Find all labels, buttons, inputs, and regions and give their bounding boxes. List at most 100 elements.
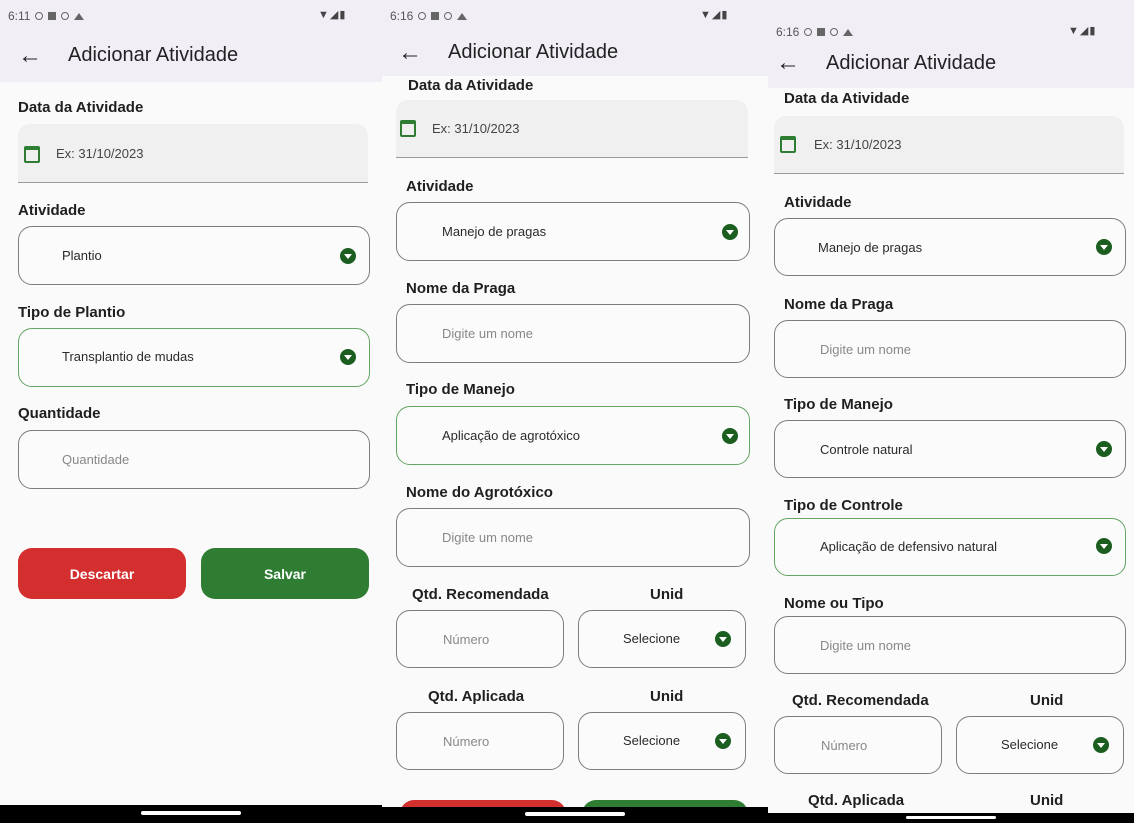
nome-praga-label: Nome da Praga xyxy=(406,280,516,297)
sim-icon xyxy=(431,12,440,20)
atividade-select[interactable]: Manejo de pragas xyxy=(396,202,750,261)
back-arrow-icon[interactable]: ← xyxy=(18,44,42,68)
calendar-icon[interactable] xyxy=(780,136,796,153)
status-time: 6:16 xyxy=(390,9,414,23)
nome-tipo-input[interactable]: Digite um nome xyxy=(774,616,1126,674)
nome-praga-placeholder: Digite um nome xyxy=(820,342,912,357)
atividade-select[interactable]: Plantio xyxy=(18,226,370,285)
dropdown-icon[interactable] xyxy=(722,428,738,444)
sync-icon xyxy=(61,12,70,20)
vpn-icon xyxy=(804,28,813,36)
quantidade-input[interactable]: Quantidade xyxy=(18,430,370,489)
date-label: Data da Atividade xyxy=(18,99,144,116)
vpn-icon xyxy=(35,12,44,20)
unid-label: Unid xyxy=(650,688,684,705)
atividade-value: Plantio xyxy=(62,248,102,263)
battery-icon: ▮ xyxy=(339,9,347,21)
date-placeholder: Ex: 31/10/2023 xyxy=(56,146,144,161)
home-indicator[interactable] xyxy=(525,812,625,816)
cloud-icon xyxy=(843,28,854,36)
tipo-manejo-select[interactable]: Aplicação de agrotóxico xyxy=(396,406,750,465)
dropdown-icon[interactable] xyxy=(715,733,731,749)
tipo-manejo-label: Tipo de Manejo xyxy=(406,381,515,398)
dropdown-icon[interactable] xyxy=(1096,441,1112,457)
unid-select[interactable]: Selecione xyxy=(578,712,746,770)
nav-bar xyxy=(382,807,768,823)
system-icons: ▼◢▮ xyxy=(700,8,728,21)
tipo-controle-value: Aplicação de defensivo natural xyxy=(820,539,998,554)
system-icons: ▼◢▮ xyxy=(1068,24,1096,37)
screen-manejo-natural: 6:16 ▼◢▮ ← Adicionar Atividade Data da A… xyxy=(768,0,1134,823)
system-icons: ▼◢▮ xyxy=(318,8,346,21)
date-label: Data da Atividade xyxy=(784,90,910,107)
nav-bar xyxy=(0,805,382,823)
wifi-icon: ▼ xyxy=(1068,25,1080,37)
qtd-recomendada-input[interactable]: Número xyxy=(774,716,942,774)
dropdown-icon[interactable] xyxy=(1096,239,1112,255)
numero-placeholder: Número xyxy=(443,734,490,749)
discard-button[interactable]: Descartar xyxy=(18,548,186,599)
calendar-icon[interactable] xyxy=(24,146,40,163)
battery-icon: ▮ xyxy=(1089,25,1097,37)
home-indicator[interactable] xyxy=(906,816,996,819)
atividade-value: Manejo de pragas xyxy=(442,224,547,239)
status-bar: 6:16 xyxy=(776,25,854,39)
wifi-icon: ▼ xyxy=(700,9,712,21)
tipo-controle-select[interactable]: Aplicação de defensivo natural xyxy=(774,518,1126,576)
date-field[interactable]: Ex: 31/10/2023 xyxy=(396,100,748,158)
selecione-value: Selecione xyxy=(623,631,681,646)
selecione-value: Selecione xyxy=(1001,737,1059,752)
status-bar: 6:16 xyxy=(390,9,468,23)
nome-praga-placeholder: Digite um nome xyxy=(442,326,534,341)
tipo-manejo-value: Aplicação de agrotóxico xyxy=(442,428,581,443)
dropdown-icon[interactable] xyxy=(1096,538,1112,554)
qtd-recomendada-label: Qtd. Recomendada xyxy=(792,692,929,709)
signal-icon: ◢ xyxy=(329,9,340,21)
numero-placeholder: Número xyxy=(443,632,490,647)
nome-praga-label: Nome da Praga xyxy=(784,296,894,313)
qtd-recomendada-input[interactable]: Número xyxy=(396,610,564,668)
quantidade-label: Quantidade xyxy=(18,405,101,422)
status-time: 6:11 xyxy=(8,9,31,23)
atividade-label: Atividade xyxy=(18,202,86,219)
save-button[interactable]: Salvar xyxy=(201,548,369,599)
back-arrow-icon[interactable]: ← xyxy=(776,51,800,75)
qtd-aplicada-input[interactable]: Número xyxy=(396,712,564,770)
page-title: Adicionar Atividade xyxy=(448,41,619,63)
dropdown-icon[interactable] xyxy=(722,224,738,240)
tipo-manejo-select[interactable]: Controle natural xyxy=(774,420,1126,478)
dropdown-icon[interactable] xyxy=(1093,737,1109,753)
calendar-icon[interactable] xyxy=(400,120,416,137)
dropdown-icon[interactable] xyxy=(715,631,731,647)
dropdown-icon[interactable] xyxy=(340,349,356,365)
signal-icon: ◢ xyxy=(711,9,722,21)
page-title: Adicionar Atividade xyxy=(826,52,997,74)
unid-select[interactable]: Selecione xyxy=(956,716,1124,774)
qtd-aplicada-label: Qtd. Aplicada xyxy=(808,792,905,809)
app-bar: 6:16 ▼◢▮ ← Adicionar Atividade xyxy=(382,0,768,76)
unid-label: Unid xyxy=(650,586,684,603)
nav-bar xyxy=(768,813,1134,823)
tipo-controle-label: Tipo de Controle xyxy=(784,497,903,514)
sim-icon xyxy=(48,12,57,20)
tipo-manejo-value: Controle natural xyxy=(820,442,913,457)
unid-select[interactable]: Selecione xyxy=(578,610,746,668)
selecione-value: Selecione xyxy=(623,733,681,748)
tipo-plantio-select[interactable]: Transplantio de mudas xyxy=(18,328,370,387)
unid-label: Unid xyxy=(1030,692,1064,709)
back-arrow-icon[interactable]: ← xyxy=(398,41,422,65)
sync-icon xyxy=(444,12,453,20)
dropdown-icon[interactable] xyxy=(340,248,356,264)
date-field[interactable]: Ex: 31/10/2023 xyxy=(774,116,1124,174)
date-label: Data da Atividade xyxy=(408,77,534,94)
date-placeholder: Ex: 31/10/2023 xyxy=(814,137,902,152)
qtd-recomendada-label: Qtd. Recomendada xyxy=(412,586,549,603)
atividade-select[interactable]: Manejo de pragas xyxy=(774,218,1126,276)
nome-praga-input[interactable]: Digite um nome xyxy=(774,320,1126,378)
atividade-label: Atividade xyxy=(406,178,474,195)
status-bar: 6:11 xyxy=(8,9,85,23)
nome-agrotoxico-input[interactable]: Digite um nome xyxy=(396,508,750,567)
nome-praga-input[interactable]: Digite um nome xyxy=(396,304,750,363)
home-indicator[interactable] xyxy=(141,811,241,815)
date-field[interactable]: Ex: 31/10/2023 xyxy=(18,124,368,183)
